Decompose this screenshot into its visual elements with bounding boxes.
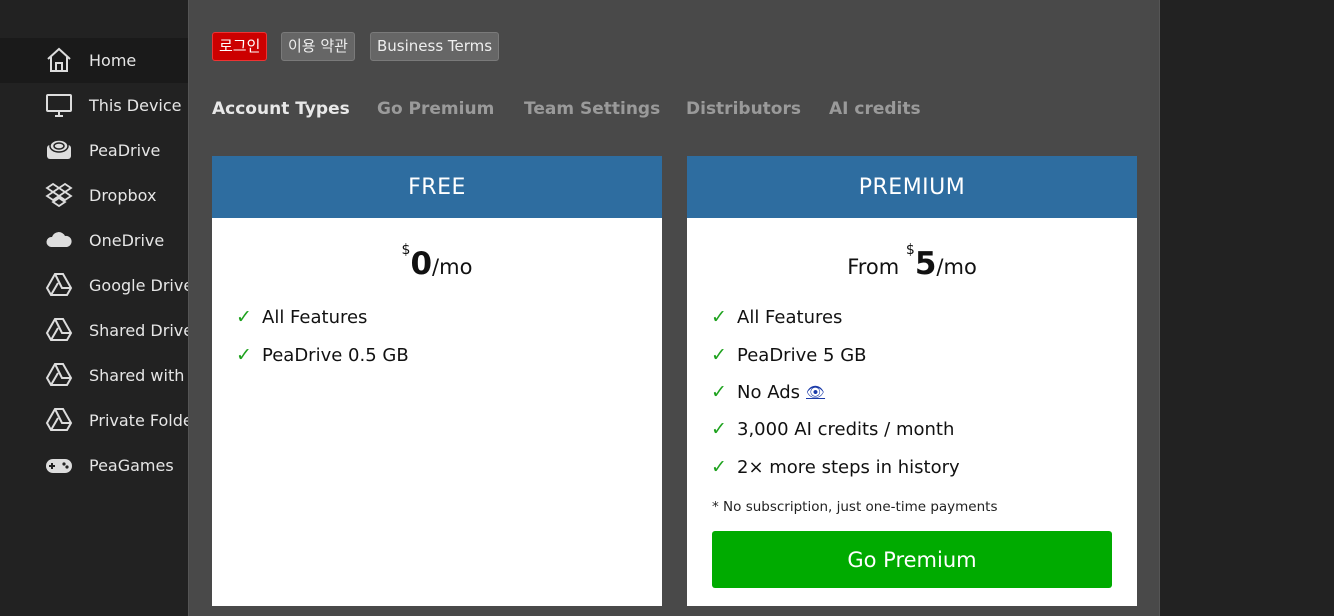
sidebar-item-shared-with-me[interactable]: Shared with me: [0, 353, 188, 398]
eye-icon[interactable]: 👁: [806, 383, 825, 401]
feature-label: No Ads: [737, 381, 800, 403]
sidebar-item-label: This Device: [89, 96, 182, 115]
feature-item: ✓ PeaDrive 5 GB: [711, 344, 867, 366]
price-period: /mo: [432, 255, 473, 279]
feature-label: 2× more steps in history: [737, 456, 960, 478]
price-from: From: [847, 255, 906, 279]
sidebar-item-dropbox[interactable]: Dropbox: [0, 173, 188, 218]
feature-item: ✓ All Features: [711, 306, 842, 328]
sidebar-item-label: Google Drive: [89, 276, 188, 295]
tab-ai-credits[interactable]: AI credits: [829, 99, 921, 119]
business-terms-link[interactable]: Business Terms: [370, 32, 500, 61]
google-drive-icon: [45, 316, 73, 344]
sidebar-item-shared-drives[interactable]: Shared Drives: [0, 308, 188, 353]
feature-label: All Features: [262, 306, 368, 328]
check-icon: ✓: [711, 418, 727, 440]
feature-item: ✓ 2× more steps in history: [711, 456, 960, 478]
google-drive-icon: [45, 271, 73, 299]
feature-label: PeaDrive 0.5 GB: [262, 344, 409, 366]
account-dialog: 로그인 이용 약관 Business Terms Account Types G…: [188, 0, 1160, 616]
check-icon: ✓: [711, 456, 727, 478]
feature-item: ✓ 3,000 AI credits / month: [711, 418, 954, 440]
check-icon: ✓: [711, 381, 727, 403]
free-plan-card: FREE $0/mo ✓ All Features ✓ PeaDrive 0.5 G…: [212, 156, 662, 606]
check-icon: ✓: [236, 344, 252, 366]
feature-label: PeaDrive 5 GB: [737, 344, 867, 366]
terms-link[interactable]: 이용 약관: [281, 32, 355, 61]
price-amount: 5: [914, 246, 937, 282]
cloud-icon: [45, 226, 73, 254]
sidebar-item-onedrive[interactable]: OneDrive: [0, 218, 188, 263]
monitor-icon: [45, 91, 73, 119]
price-period: /mo: [936, 255, 977, 279]
premium-plan-price: From $5/mo: [687, 242, 1137, 282]
sidebar: Home This Device PeaDrive Dropbox OneDri…: [0, 0, 188, 616]
sidebar-item-label: Private Folders: [89, 411, 188, 430]
tab-account-types[interactable]: Account Types: [212, 99, 350, 119]
payment-note: * No subscription, just one-time payment…: [712, 499, 998, 515]
check-icon: ✓: [236, 306, 252, 328]
check-icon: ✓: [711, 344, 727, 366]
sidebar-item-label: PeaGames: [89, 456, 174, 475]
premium-plan-title: PREMIUM: [687, 156, 1137, 218]
feature-item: ✓ No Ads 👁: [711, 381, 825, 403]
premium-plan-card: PREMIUM From $5/mo ✓ All Features ✓ PeaDri…: [687, 156, 1137, 606]
login-button[interactable]: 로그인: [212, 32, 268, 61]
price-amount: 0: [410, 246, 433, 282]
tab-go-premium[interactable]: Go Premium: [377, 99, 494, 119]
sidebar-item-this-device[interactable]: This Device: [0, 83, 188, 128]
free-plan-title: FREE: [212, 156, 662, 218]
google-drive-icon: [45, 406, 73, 434]
home-icon: [45, 46, 73, 74]
feature-item: ✓ All Features: [236, 306, 367, 328]
sidebar-item-label: Shared Drives: [89, 321, 188, 340]
currency-symbol: $: [401, 242, 411, 258]
feature-label: All Features: [737, 306, 843, 328]
tab-distributors[interactable]: Distributors: [686, 99, 801, 119]
feature-item: ✓ PeaDrive 0.5 GB: [236, 344, 409, 366]
sidebar-item-label: PeaDrive: [89, 141, 161, 160]
sidebar-item-google-drive[interactable]: Google Drive: [0, 263, 188, 308]
sidebar-item-label: Dropbox: [89, 186, 157, 205]
dropbox-icon: [45, 181, 73, 209]
sidebar-item-private-folders[interactable]: Private Folders: [0, 398, 188, 443]
sidebar-item-peadrive[interactable]: PeaDrive: [0, 128, 188, 173]
go-premium-button[interactable]: Go Premium: [712, 531, 1112, 588]
feature-label: 3,000 AI credits / month: [737, 418, 955, 440]
sidebar-item-label: Home: [89, 51, 137, 70]
sidebar-item-label: OneDrive: [89, 231, 165, 250]
background-strip: [1160, 0, 1334, 616]
free-plan-price: $0/mo: [212, 242, 662, 282]
sidebar-item-home[interactable]: Home: [0, 38, 188, 83]
tab-team-settings[interactable]: Team Settings: [524, 99, 660, 119]
google-drive-icon: [45, 361, 73, 389]
currency-symbol: $: [905, 242, 915, 258]
gamepad-icon: [45, 451, 73, 479]
check-icon: ✓: [711, 306, 727, 328]
peadrive-icon: [45, 136, 73, 164]
sidebar-item-label: Shared with me: [89, 366, 188, 385]
sidebar-item-peagames[interactable]: PeaGames: [0, 443, 188, 488]
